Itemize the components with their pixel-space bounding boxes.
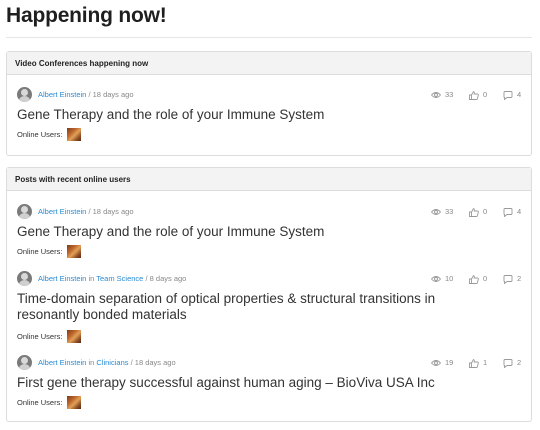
avatar[interactable]	[17, 355, 32, 370]
video-conferences-panel: Video Conferences happening now Albert E…	[6, 51, 532, 156]
post-item: Albert Einstein / 18 days ago 33 0 4 Gen…	[17, 87, 521, 147]
online-user-thumbnail[interactable]	[67, 128, 81, 141]
author-link[interactable]: Albert Einstein	[38, 358, 86, 367]
post-time: 18 days ago	[92, 90, 134, 99]
online-user-thumbnail[interactable]	[67, 396, 81, 409]
thumbs-up-icon	[469, 275, 479, 284]
comments-count: 4	[517, 90, 522, 99]
likes-count: 0	[483, 274, 488, 283]
post-time: 8 days ago	[149, 274, 187, 283]
views-count: 33	[445, 207, 454, 216]
category-link[interactable]: Clinicians	[96, 358, 128, 367]
meta-separator: /	[130, 358, 133, 367]
eye-icon	[431, 209, 441, 215]
post-item: Albert Einstein / 18 days ago 33 0 4 Gen…	[17, 204, 521, 260]
likes-count: 0	[483, 207, 488, 216]
post-title-link[interactable]: Time-domain separation of optical proper…	[17, 291, 477, 323]
comment-icon	[503, 359, 513, 368]
online-user-thumbnail[interactable]	[67, 245, 81, 258]
thumbs-up-icon	[469, 208, 479, 217]
page-title: Happening now!	[6, 4, 167, 27]
views-count: 33	[445, 90, 454, 99]
online-users-label: Online Users:	[17, 332, 63, 341]
meta-separator: /	[88, 207, 91, 216]
video-conferences-heading: Video Conferences happening now	[7, 52, 531, 75]
meta-in: in	[88, 358, 95, 367]
post-title-link[interactable]: Gene Therapy and the role of your Immune…	[17, 107, 324, 123]
online-users-label: Online Users:	[17, 130, 63, 139]
recent-posts-panel: Posts with recent online users Albert Ei…	[6, 167, 532, 422]
eye-icon	[431, 360, 441, 366]
eye-icon	[431, 276, 441, 282]
avatar[interactable]	[17, 271, 32, 286]
comments-count: 2	[517, 358, 522, 367]
post-title-link[interactable]: Gene Therapy and the role of your Immune…	[17, 224, 324, 240]
online-users-label: Online Users:	[17, 247, 63, 256]
post-item: Albert Einstein in Team Science / 8 days…	[17, 271, 521, 345]
recent-posts-heading: Posts with recent online users	[7, 168, 531, 191]
online-users-label: Online Users:	[17, 398, 63, 407]
post-time: 18 days ago	[92, 207, 134, 216]
comments-count: 4	[517, 207, 522, 216]
meta-separator: /	[88, 90, 91, 99]
author-link[interactable]: Albert Einstein	[38, 207, 86, 216]
eye-icon	[431, 92, 441, 98]
views-count: 19	[445, 358, 454, 367]
title-divider	[6, 37, 532, 38]
author-link[interactable]: Albert Einstein	[38, 274, 86, 283]
meta-in: in	[88, 274, 95, 283]
thumbs-up-icon	[469, 359, 479, 368]
thumbs-up-icon	[469, 91, 479, 100]
comments-count: 2	[517, 274, 522, 283]
post-title-link[interactable]: First gene therapy successful against hu…	[17, 375, 435, 391]
views-count: 10	[445, 274, 454, 283]
meta-separator: /	[145, 274, 148, 283]
avatar[interactable]	[17, 204, 32, 219]
comment-icon	[503, 91, 513, 100]
comment-icon	[503, 275, 513, 284]
avatar[interactable]	[17, 87, 32, 102]
online-user-thumbnail[interactable]	[67, 330, 81, 343]
post-time: 18 days ago	[134, 358, 176, 367]
likes-count: 1	[483, 358, 488, 367]
likes-count: 0	[483, 90, 488, 99]
post-item: Albert Einstein in Clinicians / 18 days …	[17, 355, 521, 413]
category-link[interactable]: Team Science	[96, 274, 143, 283]
comment-icon	[503, 208, 513, 217]
author-link[interactable]: Albert Einstein	[38, 90, 86, 99]
